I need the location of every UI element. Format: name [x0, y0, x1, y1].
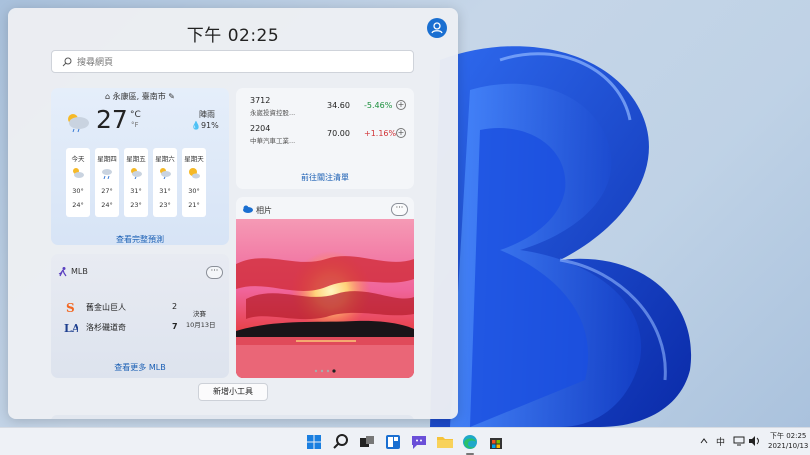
- search-icon[interactable]: [331, 432, 351, 452]
- onedrive-cloud-icon: [243, 205, 253, 213]
- weather-temperature: 27: [96, 105, 128, 134]
- go-to-watchlist-link[interactable]: 前往關注清單: [236, 172, 414, 183]
- mlb-title: MLB: [71, 267, 88, 276]
- user-icon: [431, 22, 443, 34]
- cloud-sun-rain-icon: [131, 168, 142, 179]
- photos-title: 相片: [256, 206, 272, 215]
- forecast-day: 今天 30° 24°: [66, 148, 90, 217]
- task-view-icon[interactable]: [357, 432, 377, 452]
- see-more-mlb-link[interactable]: 查看更多 MLB: [51, 362, 229, 373]
- forecast-day: 星期五 31° 23°: [124, 148, 148, 217]
- team-score: 7: [172, 322, 178, 331]
- photos-widget[interactable]: 相片 ···: [236, 197, 414, 378]
- add-stock-icon[interactable]: +: [396, 100, 406, 110]
- team-row: S 舊金山巨人: [66, 301, 126, 315]
- user-avatar[interactable]: [427, 18, 447, 38]
- volume-icon[interactable]: [748, 436, 760, 446]
- sunset-photo[interactable]: [236, 219, 414, 378]
- search-placeholder: 搜尋網頁: [77, 58, 114, 68]
- add-stock-icon[interactable]: +: [396, 128, 406, 138]
- widget-card-partial: [51, 415, 414, 419]
- celsius-toggle[interactable]: °C: [130, 110, 141, 120]
- sports-runner-icon: [58, 267, 67, 277]
- network-icon[interactable]: [733, 436, 745, 446]
- game-date: 10月13日: [186, 321, 216, 329]
- forecast-day: 星期天 30° 21°: [182, 148, 206, 217]
- cloud-sun-rain-icon: [68, 114, 89, 133]
- start-windows-icon[interactable]: [304, 432, 324, 452]
- weather-location-row: ⌂ 永康區, 臺南市 ✎: [51, 91, 229, 102]
- forecast-day: 星期四 27° 24°: [95, 148, 119, 217]
- watchlist-widget[interactable]: 3712 永崴投資控股... 34.60 -5.46% + 2204 中華汽車工…: [236, 88, 414, 189]
- weather-precipitation: 💧91%: [191, 121, 219, 130]
- mlb-widget[interactable]: MLB ··· S 舊金山巨人 LA 洛杉磯道奇 2 7 決賽 10月13日 查…: [51, 254, 229, 378]
- weather-widget[interactable]: ⌂ 永康區, 臺南市 ✎ 27 °C °F 陣雨 💧91% 今天 30° 24°…: [51, 88, 229, 245]
- svg-text:LA: LA: [64, 322, 78, 334]
- more-options-button[interactable]: ···: [206, 266, 223, 279]
- cloud-sun-icon: [73, 168, 84, 178]
- team-score: 2: [172, 302, 178, 311]
- file-explorer-icon[interactable]: [435, 432, 455, 452]
- edit-pencil-icon[interactable]: ✎: [168, 92, 175, 101]
- forecast-day: 星期六 31° 23°: [153, 148, 177, 217]
- taskbar-date: 2021/10/13: [768, 442, 809, 450]
- input-method-indicator[interactable]: 中: [716, 435, 725, 448]
- fahrenheit-toggle[interactable]: °F: [131, 121, 139, 129]
- widgets-panel: 下午 02:25 搜尋網頁 ⌂ 永康區, 臺南市 ✎ 27 °C °F 陣雨 💧…: [8, 8, 458, 419]
- chat-icon[interactable]: [409, 432, 429, 452]
- weather-location: 永康區, 臺南市: [112, 92, 166, 101]
- dodgers-logo-icon: LA: [64, 322, 81, 335]
- carousel-dots[interactable]: [314, 369, 338, 373]
- rain-cloud-icon: [102, 169, 112, 179]
- more-options-button[interactable]: ···: [391, 203, 408, 216]
- game-status: 決賽: [193, 310, 206, 318]
- chevron-up-icon[interactable]: [700, 438, 708, 444]
- giants-logo-icon: S: [66, 301, 75, 315]
- search-icon: [62, 57, 72, 66]
- cloud-sun-rain-icon: [160, 168, 171, 179]
- partly-sunny-icon: [189, 168, 200, 179]
- taskbar-clock[interactable]: 下午 02:25 2021/10/13: [768, 431, 808, 451]
- microsoft-store-icon[interactable]: [486, 432, 506, 452]
- search-input[interactable]: 搜尋網頁: [51, 50, 414, 73]
- weather-full-forecast-link[interactable]: 查看完整預測: [51, 234, 229, 245]
- stock-change: +1.16%: [364, 129, 397, 138]
- weather-condition: 陣雨: [199, 110, 215, 119]
- taskbar: 中 下午 02:25 2021/10/13: [0, 427, 810, 455]
- home-icon: ⌂: [105, 92, 111, 101]
- add-widgets-button[interactable]: 新增小工具: [198, 383, 268, 401]
- widgets-icon[interactable]: [383, 432, 403, 452]
- stock-change: -5.46%: [364, 101, 393, 110]
- panel-clock: 下午 02:25: [186, 26, 280, 46]
- taskbar-time: 下午 02:25: [769, 432, 807, 440]
- team-row: LA 洛杉磯道奇: [64, 322, 126, 335]
- svg-text:S: S: [66, 301, 75, 314]
- raindrop-icon: 💧: [191, 121, 201, 130]
- edge-browser-icon[interactable]: [460, 432, 480, 452]
